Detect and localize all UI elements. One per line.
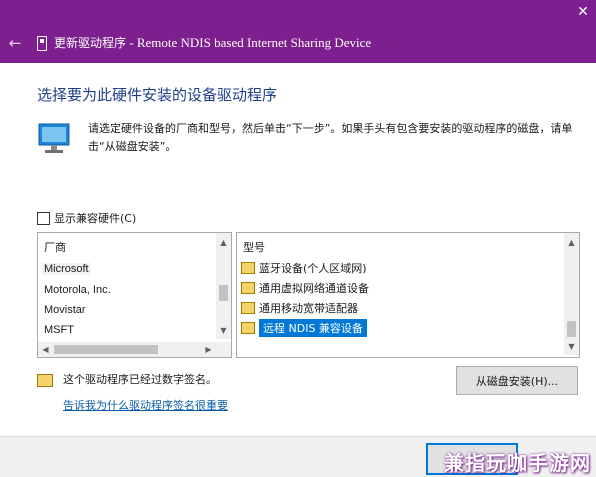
signed-driver-icon xyxy=(37,374,53,387)
list-item-manufacturer[interactable]: Microsoft xyxy=(42,263,91,275)
scroll-right-icon[interactable]: ▶ xyxy=(201,342,216,357)
driver-icon xyxy=(241,262,255,274)
list-item-model[interactable]: 通用虚拟网络通道设备 xyxy=(241,279,373,297)
driver-icon xyxy=(241,322,255,334)
close-icon[interactable]: ✕ xyxy=(574,3,592,21)
device-icon xyxy=(37,36,47,51)
list-item-manufacturer[interactable]: MSFT xyxy=(44,324,74,336)
list-item-model-selected[interactable]: 远程 NDIS 兼容设备 xyxy=(241,319,371,337)
list-item-manufacturer[interactable]: Movistar xyxy=(44,304,86,316)
model-label: 通用虚拟网络通道设备 xyxy=(259,282,369,295)
window-title-device: - Remote NDIS based Internet Sharing Dev… xyxy=(126,35,372,50)
list-item-model[interactable]: 蓝牙设备(个人区域网) xyxy=(241,259,371,277)
list-item-model[interactable]: 通用移动宽带适配器 xyxy=(241,299,362,317)
model-list[interactable]: 型号 蓝牙设备(个人区域网) 通用虚拟网络通道设备 通用移动宽带适配器 远程 N… xyxy=(236,232,580,358)
model-label: 蓝牙设备(个人区域网) xyxy=(259,262,367,275)
window-title-prefix: 更新驱动程序 xyxy=(54,36,127,50)
model-column-header: 型号 xyxy=(243,241,265,254)
manufacturer-list[interactable]: 厂商 Microsoft Motorola, Inc. Movistar MSF… xyxy=(37,232,232,358)
scroll-left-icon[interactable]: ◀ xyxy=(38,342,53,357)
manufacturer-horizontal-scrollbar[interactable]: ◀ ▶ xyxy=(38,342,231,357)
scroll-up-icon[interactable]: ▲ xyxy=(564,235,579,250)
signature-status: 这个驱动程序已经过数字签名。 xyxy=(63,373,217,386)
list-item-manufacturer[interactable]: Motorola, Inc. xyxy=(44,284,111,296)
scroll-thumb[interactable] xyxy=(54,345,158,354)
scroll-thumb[interactable] xyxy=(219,285,228,301)
instructions-text: 请选定硬件设备的厂商和型号，然后单击“下一步”。如果手头有包含要安装的驱动程序的… xyxy=(88,122,573,153)
scroll-up-icon[interactable]: ▲ xyxy=(216,235,231,250)
scroll-thumb[interactable] xyxy=(567,321,576,337)
model-vertical-scrollbar[interactable]: ▲ ▼ xyxy=(564,233,579,355)
signature-info-link[interactable]: 告诉我为什么驱动程序签名很重要 xyxy=(63,397,228,413)
scroll-down-icon[interactable]: ▼ xyxy=(564,339,579,354)
back-arrow-icon[interactable]: ← xyxy=(6,34,24,52)
model-label-selected: 远程 NDIS 兼容设备 xyxy=(259,319,367,337)
page-heading: 选择要为此硬件安装的设备驱动程序 xyxy=(37,86,278,104)
checkbox-box[interactable] xyxy=(37,211,50,225)
watermark-text: 兼指玩咖手游网 xyxy=(444,451,591,475)
driver-icon xyxy=(241,282,255,294)
monitor-icon xyxy=(38,123,70,153)
scroll-down-icon[interactable]: ▼ xyxy=(216,323,231,338)
show-compatible-checkbox[interactable]: 显示兼容硬件(C) xyxy=(37,210,136,226)
show-compatible-label: 显示兼容硬件(C) xyxy=(54,212,137,225)
have-disk-button[interactable]: 从磁盘安装(H)... xyxy=(456,366,578,395)
window-title: 更新驱动程序 - Remote NDIS based Internet Shar… xyxy=(54,35,371,51)
model-label: 通用移动宽带适配器 xyxy=(259,302,358,315)
manufacturer-column-header: 厂商 xyxy=(44,241,66,254)
manufacturer-vertical-scrollbar[interactable]: ▲ ▼ xyxy=(216,233,231,339)
driver-icon xyxy=(241,302,255,314)
